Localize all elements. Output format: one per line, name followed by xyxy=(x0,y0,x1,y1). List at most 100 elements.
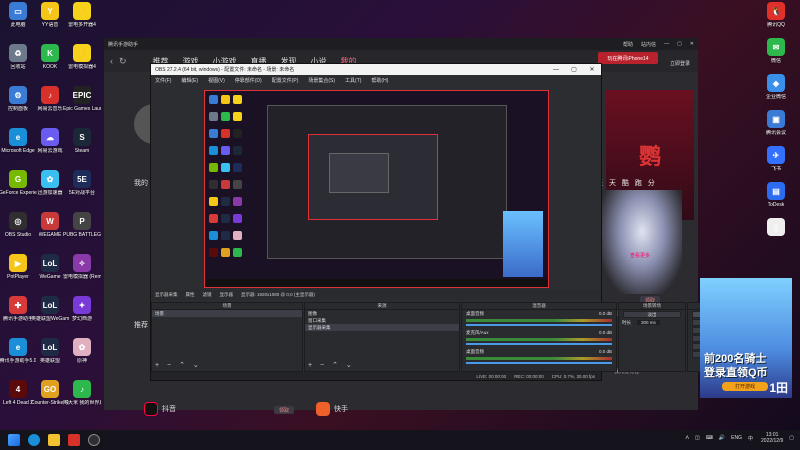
notification-icon[interactable]: ▢ xyxy=(789,435,794,441)
volume-icon[interactable]: 🔊 xyxy=(719,435,725,441)
desktop-icon[interactable]: e Microsoft Edge xyxy=(0,128,36,168)
recommend-section-label: 推荐 xyxy=(134,322,148,329)
obs-menu-item[interactable]: 配置文件(P) xyxy=(272,77,299,84)
desktop-icon[interactable]: 5E 5E对战平台 xyxy=(64,170,100,210)
desktop-icon[interactable]: ♻ 回收站 xyxy=(0,44,36,84)
desktop-icon[interactable]: ✿ 原神 xyxy=(64,338,100,378)
obs-menu-item[interactable]: 工具(T) xyxy=(345,77,361,84)
see-more-link[interactable]: 查看更多 xyxy=(630,252,650,259)
desktop-icon[interactable]: ▣ 腾讯会议 xyxy=(758,110,794,150)
help-link[interactable]: 帮助 xyxy=(623,41,633,48)
source-item-window-capture[interactable]: 窗口采集 xyxy=(305,317,459,324)
obs-menu-item[interactable]: 文件(F) xyxy=(155,77,171,84)
obs-menu-item[interactable]: 视图(V) xyxy=(208,77,225,84)
app-icon: ✦ xyxy=(73,296,91,314)
desktop-icon[interactable]: ✿ 迅游加速器 xyxy=(32,170,68,210)
desktop-icon[interactable]: LoL英雄联盟WeGame版 xyxy=(31,296,69,336)
sources-footer-buttons[interactable]: + − ⌃ ⌄ xyxy=(308,361,355,369)
desktop-icon[interactable]: K KOOK xyxy=(32,44,68,84)
duration-input[interactable]: 300 ms xyxy=(637,320,660,325)
ime-indicator[interactable]: 中 xyxy=(748,435,753,442)
game-ad-popup[interactable]: 前200名骑士 登录直领Q币 打开游戏 1田 xyxy=(700,278,792,398)
kuaishou-icon xyxy=(316,402,330,416)
obs-preview[interactable] xyxy=(204,90,549,288)
maximize-button[interactable]: ▢ xyxy=(677,41,682,47)
scenes-footer-buttons[interactable]: + − ⌃ ⌄ xyxy=(155,361,202,369)
desktop-icon[interactable]: GGeForce Experience xyxy=(0,170,37,210)
ad-open-game-button[interactable]: 打开游戏 xyxy=(722,382,768,391)
obs-menu-item[interactable]: 编辑(E) xyxy=(181,77,198,84)
login-link[interactable]: 立即登录 xyxy=(670,60,690,67)
desktop-icon[interactable]: e 腾讯手游助手5.0 xyxy=(0,338,36,378)
close-button[interactable]: ✕ xyxy=(690,41,694,47)
obs-taskbar-icon[interactable] xyxy=(88,434,100,446)
app-icon: ♪ xyxy=(73,380,91,398)
source-item-display-capture[interactable]: 显示器采集 xyxy=(305,324,459,331)
refresh-button[interactable]: ↻ xyxy=(119,56,127,67)
back-button[interactable]: ‹ xyxy=(110,56,113,66)
volume-slider[interactable] xyxy=(466,343,612,345)
game-assistant-taskbar-icon[interactable] xyxy=(68,434,80,446)
cpu-status: CPU: 0.7%, 30.00 fps xyxy=(551,373,595,379)
desktop-icon[interactable]: ▤ ToDesk xyxy=(758,182,794,222)
mixer-channel-db: 0.0 dB xyxy=(598,330,612,335)
mixer-channel-db: 0.0 dB xyxy=(598,311,612,316)
obs-menu-item[interactable]: 帮助(H) xyxy=(371,77,388,84)
desktop-icon[interactable]: ✈ 飞书 xyxy=(758,146,794,186)
desktop-icon-label: 飞书 xyxy=(770,166,781,172)
obs-close-button[interactable]: ✕ xyxy=(583,66,601,73)
desktop-icon[interactable]: ✦ 梦幻西游 xyxy=(64,296,100,336)
desktop-icon[interactable]: ✧ 雷电模拟器 (Remixing...) xyxy=(63,254,101,294)
desktop-icon[interactable]: ▶ PotPlayer xyxy=(0,254,36,294)
source-item-image[interactable]: 图像 xyxy=(305,310,459,317)
desktop-icon[interactable]: S Steam xyxy=(64,128,100,168)
preview-icon xyxy=(221,112,230,121)
volume-slider[interactable] xyxy=(466,362,612,364)
promo-top-button[interactable]: 玩在腾讯iPhone14 xyxy=(598,52,658,64)
desktop-icon-label: 迅游加速器 xyxy=(37,190,63,196)
edge-taskbar-icon[interactable] xyxy=(28,434,40,446)
obs-window[interactable]: OBS 27.2.4 (64 bit, windows) - 配置文件: 未命名… xyxy=(150,63,747,381)
desktop-icon[interactable]: ⚡ 雷电多开器4 xyxy=(64,2,100,42)
file-explorer-taskbar-icon[interactable] xyxy=(48,434,60,446)
desktop-icon[interactable]: ☁ 网易云游戏 xyxy=(32,128,68,168)
volume-slider[interactable] xyxy=(466,324,612,326)
obs-menu-item[interactable]: 场景集合(S) xyxy=(308,77,335,84)
douyin-entry[interactable]: 抖音 xyxy=(144,402,176,416)
obs-toolbar-item[interactable]: 属性 xyxy=(186,292,195,298)
tray-expand-icon[interactable]: ᐱ xyxy=(686,435,689,441)
scene-item[interactable]: 场景 xyxy=(152,310,302,317)
desktop-icon[interactable]: ◎ OBS Studio xyxy=(0,212,36,252)
desktop-icon[interactable]: ⚙ 控制面板 xyxy=(0,86,36,126)
desktop-icon[interactable]: ▯ xyxy=(758,218,794,258)
desktop-icon-label: YY语音 xyxy=(41,22,59,28)
desktop-icon[interactable]: Y YY语音 xyxy=(32,2,68,42)
desktop-icon[interactable]: LoL 英雄联盟 xyxy=(32,338,68,378)
desktop-icon[interactable]: 🐧 腾讯QQ xyxy=(758,2,794,42)
clock[interactable]: 13:01 2022/12/9 xyxy=(761,432,783,444)
preview-icon xyxy=(233,214,242,223)
language-indicator[interactable]: ENG xyxy=(731,435,742,441)
desktop-icon[interactable]: ◈ 企业微信 xyxy=(758,74,794,114)
inbox-link[interactable]: 站内信 xyxy=(641,41,656,48)
desktop-icon[interactable]: ▭ 此电脑 xyxy=(0,2,36,42)
preview-icon xyxy=(209,112,218,121)
obs-minimize-button[interactable]: — xyxy=(547,67,565,73)
minimize-button[interactable]: — xyxy=(664,41,669,47)
start-button-icon[interactable] xyxy=(8,434,20,446)
obs-menu-item[interactable]: 停靠部件(D) xyxy=(235,77,262,84)
desktop-icon[interactable]: ✉ 微信 xyxy=(758,38,794,78)
network-icon[interactable]: ◫ xyxy=(695,435,700,441)
volume-meter xyxy=(466,357,612,360)
desktop-icon[interactable]: P PUBG BATTLEGR... xyxy=(63,212,101,252)
desktop-icon[interactable]: EPIC Epic Games Launcher xyxy=(63,86,101,126)
obs-maximize-button[interactable]: ▢ xyxy=(565,66,583,73)
obs-toolbar-item[interactable]: 显示器 xyxy=(220,292,234,298)
kuaishou-entry[interactable]: 快手 xyxy=(316,402,348,416)
transition-select[interactable]: 淡出 xyxy=(623,311,681,318)
desktop-icon[interactable]: ⚡ 雷电模拟器4 xyxy=(64,44,100,84)
app-icon: ⚙ xyxy=(9,86,27,104)
keyboard-icon[interactable]: ⌨ xyxy=(706,435,713,441)
obs-toolbar-item[interactable]: 滤镜 xyxy=(203,292,212,298)
desktop-icon[interactable]: ♪ 阿大米 我的世界启动器 xyxy=(63,380,101,420)
